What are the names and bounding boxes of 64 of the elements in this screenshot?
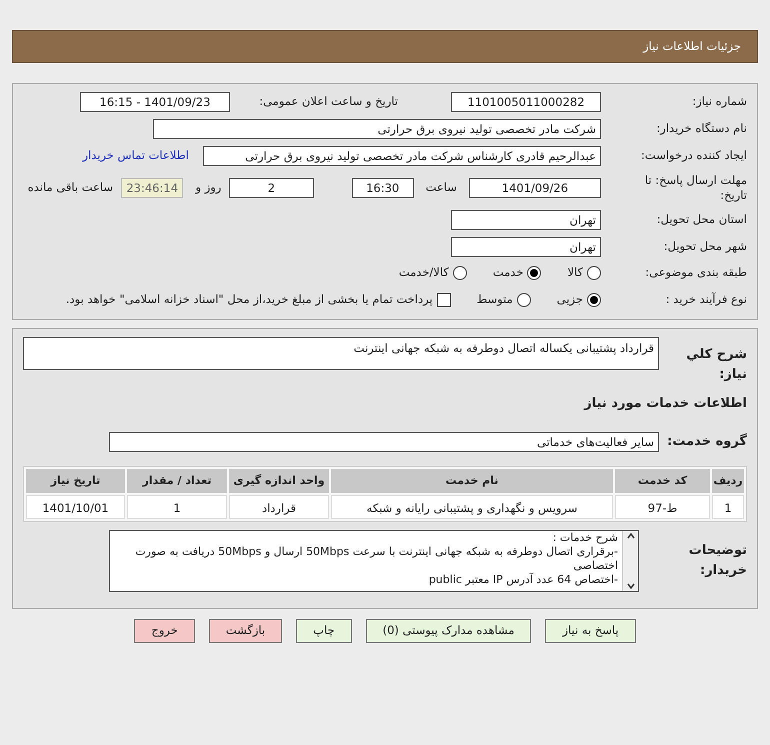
radio-button[interactable] bbox=[452, 266, 467, 280]
action-button[interactable]: مشاهده مدارک پیوستی (0) bbox=[366, 618, 532, 642]
field-label: نام دستگاه خریدار: bbox=[655, 120, 747, 138]
radio-label: متوسط bbox=[476, 291, 513, 308]
buyer-contact-link[interactable]: اطلاعات تماس خریدار bbox=[82, 147, 189, 165]
column-header: تاریخ نیاز bbox=[26, 468, 125, 492]
radio-label: جزیی bbox=[556, 291, 583, 308]
radio-button[interactable] bbox=[516, 293, 531, 307]
action-button[interactable]: بازگشت bbox=[208, 618, 282, 642]
column-header: کد خدمت bbox=[615, 468, 710, 492]
field-label: شماره نیاز: bbox=[691, 93, 747, 110]
radio-button[interactable] bbox=[527, 266, 542, 280]
table-cell: 1 bbox=[712, 494, 744, 518]
action-button[interactable]: پاسخ به نیاز bbox=[545, 618, 636, 642]
service-group-label: گروه خدمت: bbox=[667, 432, 747, 451]
field-label: شهر محل تحویل: bbox=[662, 238, 747, 256]
action-button[interactable]: چاپ bbox=[296, 618, 352, 642]
need-number-field: 1101005011000282 bbox=[451, 92, 601, 112]
column-header: نام خدمت bbox=[331, 468, 613, 492]
notes-line: -برقراری اتصال دوطرفه به شبکه جهانی اینترنت با سرعت 50Mbps ارسال و 50Mbps دریافت به صورت اختصاصی bbox=[134, 544, 618, 572]
summary-field: قرارداد پشتیبانی یکساله اتصال دوطرفه به شبکه جهانی اینترنت bbox=[23, 337, 659, 370]
field-label: طبقه بندی موضوعی: bbox=[644, 264, 747, 282]
section-title: اطلاعات خدمات مورد نیاز bbox=[582, 395, 747, 413]
field-label: ساعت bbox=[424, 179, 457, 196]
service-group-field: سایر فعالیت‌های خدماتی bbox=[109, 432, 659, 452]
days-field: 2 bbox=[229, 178, 314, 198]
buyer-org-field: شرکت مادر تخصصی تولید نیروی برق حرارتی bbox=[153, 119, 601, 139]
table-cell: سرویس و نگهداری و پشتیبانی رایانه و شبکه bbox=[331, 494, 613, 518]
deadline-date-field: 1401/09/26 bbox=[468, 178, 601, 198]
checkbox[interactable] bbox=[436, 293, 451, 307]
notes-line: -اختصاص 64 عدد آدرس IP معتبر public bbox=[428, 572, 618, 586]
field-label: استان محل تحویل: bbox=[656, 211, 747, 228]
action-button[interactable]: خروج bbox=[134, 618, 195, 642]
province-field: تهران bbox=[451, 210, 601, 230]
field-label: تاریخ و ساعت اعلان عمومی: bbox=[258, 93, 398, 110]
announce-date-field: 1401/09/23 - 16:15 bbox=[80, 92, 230, 112]
checkbox-label: پرداخت تمام یا بخشی از مبلغ خرید،از محل "اسناد خزانه اسلامی" خواهد بود. bbox=[66, 291, 433, 308]
notes-line: شرح خدمات : bbox=[552, 530, 618, 544]
page-title: جزئیات اطلاعات نیاز bbox=[643, 38, 741, 55]
radio-button[interactable] bbox=[587, 266, 601, 280]
table-cell: 1 bbox=[127, 494, 227, 518]
radio-button[interactable] bbox=[587, 293, 601, 307]
buyer-notes-label: توضیحات خریدار: bbox=[688, 542, 747, 580]
radio-label: کالا bbox=[567, 264, 583, 282]
field-label: روز و bbox=[194, 179, 222, 196]
field-label: ایجاد کننده درخواست: bbox=[640, 147, 747, 164]
field-label: نوع فرآیند خرید : bbox=[664, 291, 747, 308]
radio-label: خدمت bbox=[492, 264, 524, 282]
table-cell: 1401/10/01 bbox=[26, 494, 125, 518]
column-header: تعداد / مقدار bbox=[127, 468, 227, 492]
field-label: مهلت ارسال پاسخ: تا تاریخ: bbox=[644, 173, 747, 203]
field-label: ساعت باقی مانده bbox=[26, 179, 114, 196]
table-cell: قرارداد bbox=[229, 494, 329, 518]
deadline-time-field: 16:30 bbox=[352, 178, 414, 198]
remaining-time-field: 23:46:14 bbox=[121, 178, 184, 198]
scroll-up-icon[interactable] bbox=[626, 532, 634, 538]
city-field: تهران bbox=[451, 237, 601, 257]
scroll-down-icon[interactable] bbox=[626, 582, 634, 588]
table-cell: ط-97 bbox=[615, 494, 710, 518]
summary-label: شرح کلي نياز: bbox=[685, 346, 747, 384]
column-header: واحد اندازه گیری bbox=[229, 468, 329, 492]
column-header: ردیف bbox=[712, 468, 744, 492]
radio-label: کالا/خدمت bbox=[398, 264, 449, 282]
requester-field: عبدالرحیم قادری کارشناس شرکت مادر تخصصی تولید نیروی برق حرارتی bbox=[203, 146, 601, 166]
